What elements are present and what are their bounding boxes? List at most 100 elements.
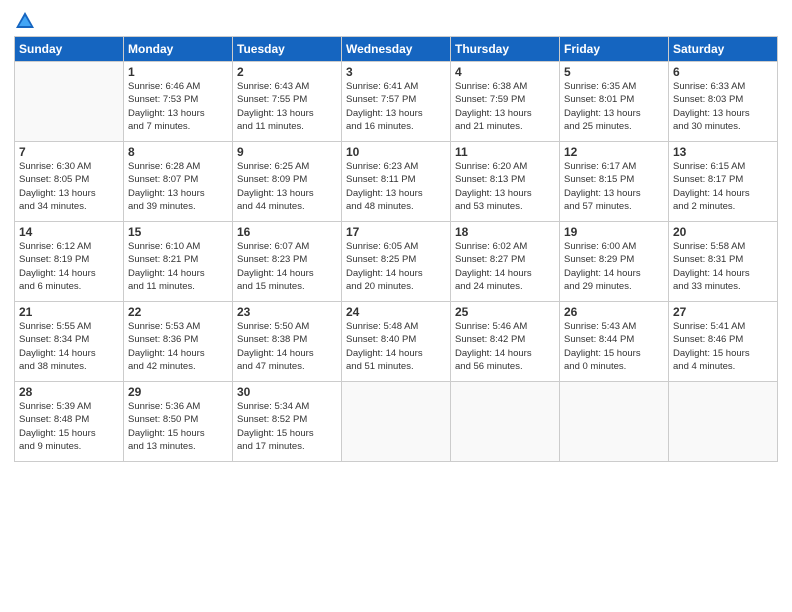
- calendar-cell: 4Sunrise: 6:38 AM Sunset: 7:59 PM Daylig…: [451, 62, 560, 142]
- calendar-cell: 17Sunrise: 6:05 AM Sunset: 8:25 PM Dayli…: [342, 222, 451, 302]
- day-number: 5: [564, 65, 664, 79]
- day-number: 26: [564, 305, 664, 319]
- day-info: Sunrise: 5:36 AM Sunset: 8:50 PM Dayligh…: [128, 400, 228, 453]
- header: [14, 10, 778, 32]
- day-number: 8: [128, 145, 228, 159]
- calendar-cell: 28Sunrise: 5:39 AM Sunset: 8:48 PM Dayli…: [15, 382, 124, 462]
- day-number: 6: [673, 65, 773, 79]
- day-info: Sunrise: 5:55 AM Sunset: 8:34 PM Dayligh…: [19, 320, 119, 373]
- day-info: Sunrise: 5:41 AM Sunset: 8:46 PM Dayligh…: [673, 320, 773, 373]
- calendar-cell: 1Sunrise: 6:46 AM Sunset: 7:53 PM Daylig…: [124, 62, 233, 142]
- day-info: Sunrise: 5:53 AM Sunset: 8:36 PM Dayligh…: [128, 320, 228, 373]
- logo-icon: [14, 10, 36, 32]
- calendar-cell: 16Sunrise: 6:07 AM Sunset: 8:23 PM Dayli…: [233, 222, 342, 302]
- calendar-cell: 11Sunrise: 6:20 AM Sunset: 8:13 PM Dayli…: [451, 142, 560, 222]
- calendar-cell: 26Sunrise: 5:43 AM Sunset: 8:44 PM Dayli…: [560, 302, 669, 382]
- calendar-cell: 27Sunrise: 5:41 AM Sunset: 8:46 PM Dayli…: [669, 302, 778, 382]
- calendar-container: SundayMondayTuesdayWednesdayThursdayFrid…: [0, 0, 792, 612]
- day-info: Sunrise: 5:39 AM Sunset: 8:48 PM Dayligh…: [19, 400, 119, 453]
- day-info: Sunrise: 5:34 AM Sunset: 8:52 PM Dayligh…: [237, 400, 337, 453]
- calendar-cell: 21Sunrise: 5:55 AM Sunset: 8:34 PM Dayli…: [15, 302, 124, 382]
- day-info: Sunrise: 6:15 AM Sunset: 8:17 PM Dayligh…: [673, 160, 773, 213]
- day-number: 23: [237, 305, 337, 319]
- calendar-cell: 14Sunrise: 6:12 AM Sunset: 8:19 PM Dayli…: [15, 222, 124, 302]
- day-number: 11: [455, 145, 555, 159]
- calendar-cell: 20Sunrise: 5:58 AM Sunset: 8:31 PM Dayli…: [669, 222, 778, 302]
- day-number: 2: [237, 65, 337, 79]
- day-info: Sunrise: 6:23 AM Sunset: 8:11 PM Dayligh…: [346, 160, 446, 213]
- day-header-friday: Friday: [560, 37, 669, 62]
- day-info: Sunrise: 5:43 AM Sunset: 8:44 PM Dayligh…: [564, 320, 664, 373]
- day-number: 3: [346, 65, 446, 79]
- day-number: 7: [19, 145, 119, 159]
- calendar-cell: 9Sunrise: 6:25 AM Sunset: 8:09 PM Daylig…: [233, 142, 342, 222]
- day-info: Sunrise: 6:28 AM Sunset: 8:07 PM Dayligh…: [128, 160, 228, 213]
- day-number: 27: [673, 305, 773, 319]
- day-info: Sunrise: 5:58 AM Sunset: 8:31 PM Dayligh…: [673, 240, 773, 293]
- day-info: Sunrise: 5:48 AM Sunset: 8:40 PM Dayligh…: [346, 320, 446, 373]
- day-info: Sunrise: 6:12 AM Sunset: 8:19 PM Dayligh…: [19, 240, 119, 293]
- calendar-table: SundayMondayTuesdayWednesdayThursdayFrid…: [14, 36, 778, 462]
- calendar-cell: 3Sunrise: 6:41 AM Sunset: 7:57 PM Daylig…: [342, 62, 451, 142]
- day-header-wednesday: Wednesday: [342, 37, 451, 62]
- day-number: 24: [346, 305, 446, 319]
- calendar-week-4: 21Sunrise: 5:55 AM Sunset: 8:34 PM Dayli…: [15, 302, 778, 382]
- day-header-sunday: Sunday: [15, 37, 124, 62]
- day-info: Sunrise: 6:33 AM Sunset: 8:03 PM Dayligh…: [673, 80, 773, 133]
- calendar-cell: 5Sunrise: 6:35 AM Sunset: 8:01 PM Daylig…: [560, 62, 669, 142]
- day-info: Sunrise: 6:20 AM Sunset: 8:13 PM Dayligh…: [455, 160, 555, 213]
- calendar-body: 1Sunrise: 6:46 AM Sunset: 7:53 PM Daylig…: [15, 62, 778, 462]
- calendar-cell: 12Sunrise: 6:17 AM Sunset: 8:15 PM Dayli…: [560, 142, 669, 222]
- day-number: 16: [237, 225, 337, 239]
- day-number: 4: [455, 65, 555, 79]
- calendar-week-5: 28Sunrise: 5:39 AM Sunset: 8:48 PM Dayli…: [15, 382, 778, 462]
- calendar-cell: 22Sunrise: 5:53 AM Sunset: 8:36 PM Dayli…: [124, 302, 233, 382]
- day-header-tuesday: Tuesday: [233, 37, 342, 62]
- day-number: 22: [128, 305, 228, 319]
- calendar-cell: [15, 62, 124, 142]
- calendar-cell: [669, 382, 778, 462]
- calendar-cell: 19Sunrise: 6:00 AM Sunset: 8:29 PM Dayli…: [560, 222, 669, 302]
- day-header-thursday: Thursday: [451, 37, 560, 62]
- day-info: Sunrise: 5:50 AM Sunset: 8:38 PM Dayligh…: [237, 320, 337, 373]
- day-info: Sunrise: 6:17 AM Sunset: 8:15 PM Dayligh…: [564, 160, 664, 213]
- day-info: Sunrise: 6:46 AM Sunset: 7:53 PM Dayligh…: [128, 80, 228, 133]
- day-info: Sunrise: 6:10 AM Sunset: 8:21 PM Dayligh…: [128, 240, 228, 293]
- day-info: Sunrise: 6:35 AM Sunset: 8:01 PM Dayligh…: [564, 80, 664, 133]
- day-header-monday: Monday: [124, 37, 233, 62]
- day-number: 19: [564, 225, 664, 239]
- calendar-cell: 24Sunrise: 5:48 AM Sunset: 8:40 PM Dayli…: [342, 302, 451, 382]
- day-number: 1: [128, 65, 228, 79]
- calendar-cell: 25Sunrise: 5:46 AM Sunset: 8:42 PM Dayli…: [451, 302, 560, 382]
- calendar-cell: 10Sunrise: 6:23 AM Sunset: 8:11 PM Dayli…: [342, 142, 451, 222]
- day-info: Sunrise: 6:07 AM Sunset: 8:23 PM Dayligh…: [237, 240, 337, 293]
- calendar-week-2: 7Sunrise: 6:30 AM Sunset: 8:05 PM Daylig…: [15, 142, 778, 222]
- calendar-cell: 7Sunrise: 6:30 AM Sunset: 8:05 PM Daylig…: [15, 142, 124, 222]
- day-number: 20: [673, 225, 773, 239]
- day-number: 14: [19, 225, 119, 239]
- calendar-cell: 23Sunrise: 5:50 AM Sunset: 8:38 PM Dayli…: [233, 302, 342, 382]
- day-number: 9: [237, 145, 337, 159]
- calendar-cell: 2Sunrise: 6:43 AM Sunset: 7:55 PM Daylig…: [233, 62, 342, 142]
- calendar-cell: [342, 382, 451, 462]
- logo: [14, 10, 38, 32]
- day-info: Sunrise: 6:43 AM Sunset: 7:55 PM Dayligh…: [237, 80, 337, 133]
- calendar-cell: 6Sunrise: 6:33 AM Sunset: 8:03 PM Daylig…: [669, 62, 778, 142]
- day-number: 21: [19, 305, 119, 319]
- day-info: Sunrise: 6:02 AM Sunset: 8:27 PM Dayligh…: [455, 240, 555, 293]
- day-info: Sunrise: 6:25 AM Sunset: 8:09 PM Dayligh…: [237, 160, 337, 213]
- calendar-cell: [560, 382, 669, 462]
- calendar-week-3: 14Sunrise: 6:12 AM Sunset: 8:19 PM Dayli…: [15, 222, 778, 302]
- day-info: Sunrise: 6:00 AM Sunset: 8:29 PM Dayligh…: [564, 240, 664, 293]
- day-number: 17: [346, 225, 446, 239]
- calendar-cell: 13Sunrise: 6:15 AM Sunset: 8:17 PM Dayli…: [669, 142, 778, 222]
- day-info: Sunrise: 6:38 AM Sunset: 7:59 PM Dayligh…: [455, 80, 555, 133]
- day-number: 15: [128, 225, 228, 239]
- day-number: 10: [346, 145, 446, 159]
- calendar-cell: 18Sunrise: 6:02 AM Sunset: 8:27 PM Dayli…: [451, 222, 560, 302]
- calendar-cell: 30Sunrise: 5:34 AM Sunset: 8:52 PM Dayli…: [233, 382, 342, 462]
- day-number: 13: [673, 145, 773, 159]
- day-number: 18: [455, 225, 555, 239]
- day-info: Sunrise: 6:41 AM Sunset: 7:57 PM Dayligh…: [346, 80, 446, 133]
- calendar-week-1: 1Sunrise: 6:46 AM Sunset: 7:53 PM Daylig…: [15, 62, 778, 142]
